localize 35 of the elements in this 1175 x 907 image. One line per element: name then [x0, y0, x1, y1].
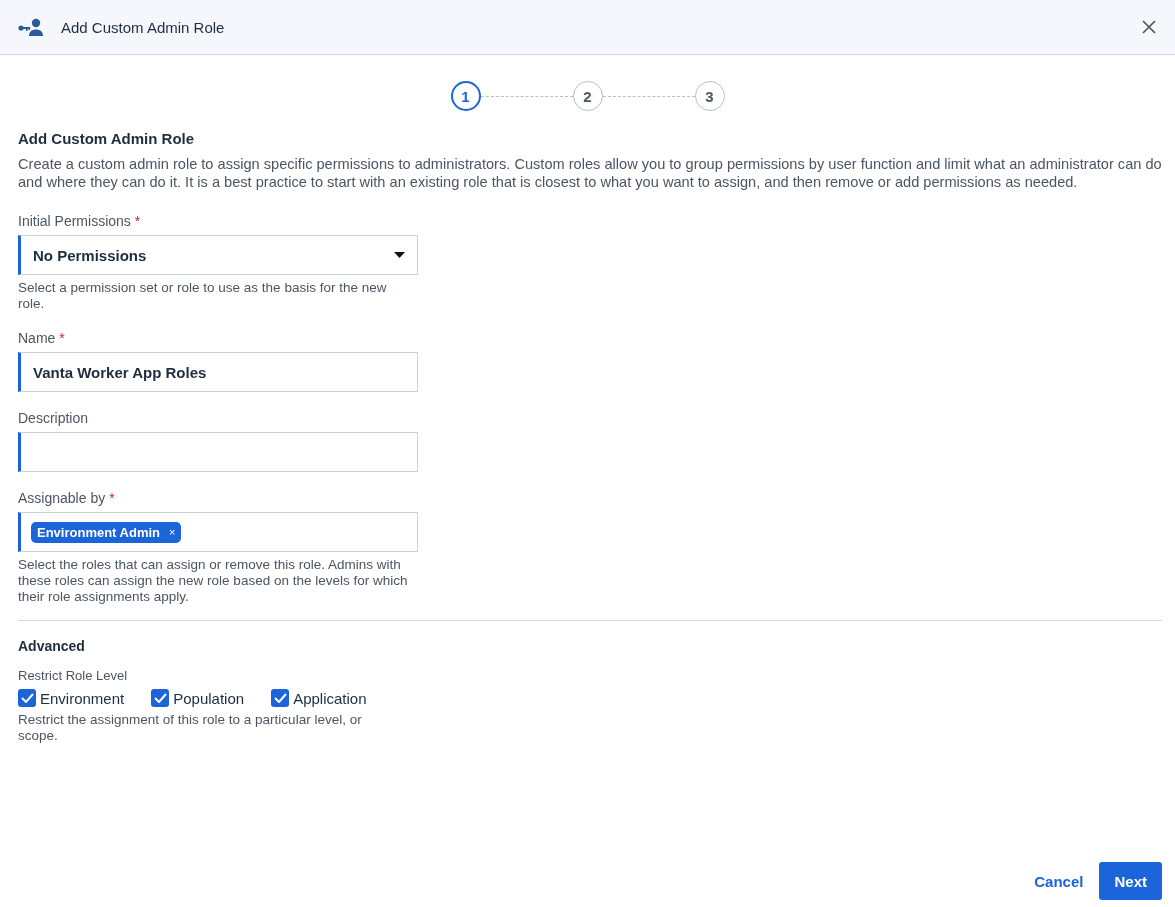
step-indicator: 1 — [450, 81, 481, 111]
help-text: Select a permission set or role to use as the basis for the new role. — [18, 280, 388, 312]
window-title: Add Custom Admin Role — [61, 18, 226, 36]
permissions-dropdown[interactable]: No Permissions — [18, 235, 418, 275]
tag-remove-button[interactable]: × — [169, 526, 176, 538]
step-indicator: 3 — [694, 81, 725, 111]
help-text: Select the roles that can assign or remove this role. Admins with these roles can assign the new role based on the levels for which their role assignments apply. — [18, 557, 409, 605]
help-text: Restrict the assignment of this role to a particular level, or scope. — [18, 712, 363, 744]
caret-icon — [394, 252, 405, 258]
field-label: Assignable by — [18, 490, 106, 506]
cancel-link[interactable]: Cancel — [1034, 868, 1084, 894]
section-title: Advanced — [18, 638, 86, 654]
tag-label: Environment Admin — [37, 524, 161, 540]
checkbox-label: Population — [173, 689, 245, 707]
text-field[interactable] — [18, 432, 418, 472]
form-title: Add Custom Admin Role — [18, 130, 196, 147]
field-label: Name — [18, 330, 56, 346]
tag-field[interactable]: Environment Admin × — [18, 512, 418, 552]
field-label: Initial Permissions — [18, 213, 131, 229]
close-button[interactable] — [1141, 19, 1157, 35]
checkbox[interactable] — [151, 689, 170, 707]
checkbox[interactable] — [271, 689, 290, 707]
step-indicator: 2 — [572, 81, 603, 111]
checkbox[interactable] — [18, 689, 36, 707]
checkbox-label: Application — [293, 689, 367, 707]
group-label: Restrict Role Level — [18, 668, 129, 683]
key-user-icon — [18, 18, 44, 36]
checkbox-label: Environment — [40, 689, 125, 707]
text-field[interactable]: Vanta Worker App Roles — [18, 352, 418, 392]
field-label: Description — [18, 410, 89, 426]
form-description: Create a custom admin role to assign specific permissions to administrators. Custom roles allow you to group permissions by user function and limit what an administrator can do and where they can do it. It is a best practice to start with an existing role that is closest to what you want to assign, and then remove or add permissions as needed. — [18, 156, 1162, 191]
required-marker: * — [59, 330, 65, 346]
required-marker: * — [109, 490, 115, 506]
required-marker: * — [134, 213, 141, 229]
next-button[interactable]: Next — [1099, 862, 1162, 900]
